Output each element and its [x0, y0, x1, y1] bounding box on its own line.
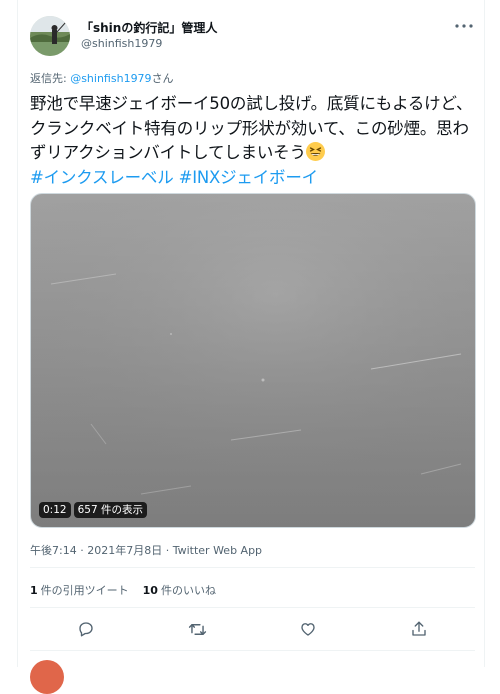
- share-icon[interactable]: [408, 618, 430, 640]
- like-icon[interactable]: [297, 618, 319, 640]
- grinning-squinting-face-emoji: [305, 142, 325, 161]
- video-badges: 0:12 657 件の表示: [39, 502, 147, 518]
- tweet-body: 野池で早速ジェイボーイ50の試し投げ。底質にもよるけど、クランクベイト特有のリッ…: [30, 94, 473, 162]
- likes-stat[interactable]: 10 件のいいね: [143, 582, 216, 598]
- next-reply-avatar[interactable]: [30, 660, 64, 694]
- reply-icon[interactable]: [75, 618, 97, 640]
- video-frame: [31, 194, 475, 527]
- quote-count: 1: [30, 584, 38, 597]
- more-icon[interactable]: [452, 15, 476, 37]
- reply-suffix: さん: [151, 72, 174, 85]
- divider: [30, 567, 475, 568]
- author-display-name[interactable]: 「shinの釣行記」管理人: [81, 19, 217, 36]
- divider: [30, 607, 475, 608]
- hashtag-link[interactable]: #インクスレーベル: [30, 168, 174, 187]
- tweet-date[interactable]: 2021年7月8日: [87, 544, 162, 557]
- like-label: 件のいいね: [160, 584, 216, 597]
- meta-separator: ·: [162, 544, 173, 557]
- video-duration: 0:12: [39, 502, 71, 518]
- hashtag-link[interactable]: #INXジェイボーイ: [179, 168, 319, 187]
- tweet-meta: 午後7:14 · 2021年7月8日 · Twitter Web App: [30, 542, 262, 558]
- quote-label: 件の引用ツイート: [40, 584, 129, 597]
- reply-context: 返信先: @shinfish1979さん: [30, 70, 174, 86]
- author-avatar[interactable]: [30, 16, 70, 56]
- video-views: 657 件の表示: [73, 502, 147, 518]
- video-player[interactable]: 0:12 657 件の表示: [30, 193, 476, 528]
- tweet-source[interactable]: Twitter Web App: [173, 544, 262, 557]
- retweet-icon[interactable]: [186, 618, 208, 640]
- reply-prefix: 返信先:: [30, 72, 71, 85]
- tweet-stats: 1 件の引用ツイート 10 件のいいね: [30, 582, 216, 598]
- author-handle[interactable]: @shinfish1979: [81, 37, 162, 50]
- tweet-actions: [0, 618, 500, 640]
- meta-separator: ·: [76, 544, 88, 557]
- quote-tweets-stat[interactable]: 1 件の引用ツイート: [30, 582, 129, 598]
- tweet-text: 野池で早速ジェイボーイ50の試し投げ。底質にもよるけど、クランクベイト特有のリッ…: [30, 92, 475, 190]
- tweet-time[interactable]: 午後7:14: [30, 544, 77, 557]
- divider: [30, 650, 475, 651]
- reply-handle-link[interactable]: @shinfish1979: [70, 72, 151, 85]
- like-count: 10: [142, 584, 158, 597]
